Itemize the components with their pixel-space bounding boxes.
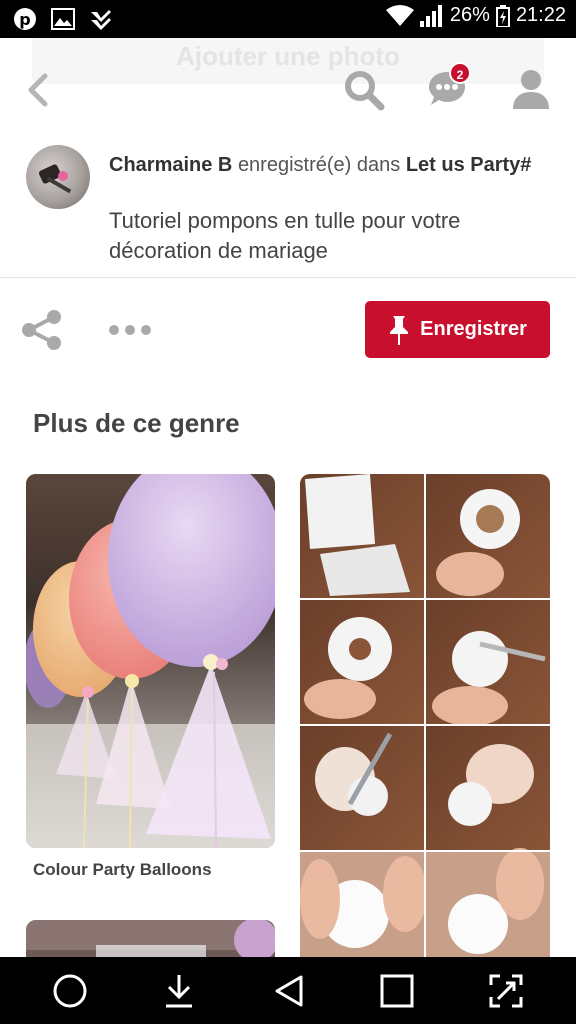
triangle-back-icon xyxy=(275,975,303,1007)
dot-icon xyxy=(109,325,119,335)
pinterest-notification-icon: p xyxy=(12,6,38,32)
back-button[interactable] xyxy=(18,70,58,110)
share-icon xyxy=(22,310,61,350)
share-button[interactable] xyxy=(20,308,64,352)
clock-time: 21:22 xyxy=(515,4,566,26)
back-nav-button[interactable] xyxy=(265,967,313,1015)
dot-icon xyxy=(141,325,151,335)
chevron-left-icon xyxy=(28,73,48,107)
user-avatar[interactable] xyxy=(26,145,90,209)
pin-description: Tutoriel pompons en tulle pour votre déc… xyxy=(109,208,461,263)
status-bar: p 26% 21:22 xyxy=(0,0,576,38)
battery-percent: 26% xyxy=(449,4,490,26)
pin-card-image[interactable] xyxy=(300,474,550,974)
pin-card-caption[interactable]: Colour Party Balloons xyxy=(33,860,212,880)
message-count-badge: 2 xyxy=(449,62,471,84)
recents-button[interactable] xyxy=(373,967,421,1015)
pushpin-icon xyxy=(390,315,409,345)
circle-home-icon xyxy=(53,974,87,1008)
more-options-button[interactable] xyxy=(106,316,154,344)
download-icon xyxy=(166,975,192,1008)
divider xyxy=(0,277,576,278)
search-icon xyxy=(345,71,385,111)
saved-in-text: enregistré(e) dans xyxy=(237,154,401,176)
dot-icon xyxy=(125,325,135,335)
home-button[interactable] xyxy=(46,967,94,1015)
profile-button[interactable] xyxy=(506,64,556,114)
image-notification-icon xyxy=(50,6,76,32)
person-icon xyxy=(513,70,549,109)
battery-charging-icon xyxy=(495,4,510,27)
more-like-this-heading: Plus de ce genre xyxy=(33,408,240,438)
search-button[interactable] xyxy=(340,66,388,114)
screenshot-button[interactable] xyxy=(482,967,530,1015)
expand-icon xyxy=(489,974,523,1008)
board-name-link[interactable]: Let us Party# xyxy=(406,154,532,176)
square-recents-icon xyxy=(380,974,414,1008)
messages-button[interactable]: 2 xyxy=(422,62,472,114)
save-button[interactable]: Enregistrer xyxy=(365,301,550,358)
android-nav-bar xyxy=(0,957,576,1024)
pin-attribution: Charmaine B enregistré(e) dans Let us Pa… xyxy=(109,152,539,178)
signal-icon xyxy=(419,4,444,27)
wifi-icon xyxy=(385,4,414,27)
save-button-label: Enregistrer xyxy=(420,318,527,340)
svg-text:p: p xyxy=(19,10,30,29)
pin-card-image[interactable] xyxy=(26,474,275,848)
user-name-link[interactable]: Charmaine B xyxy=(109,154,232,176)
download-button[interactable] xyxy=(155,967,203,1015)
task-notification-icon xyxy=(88,6,114,32)
